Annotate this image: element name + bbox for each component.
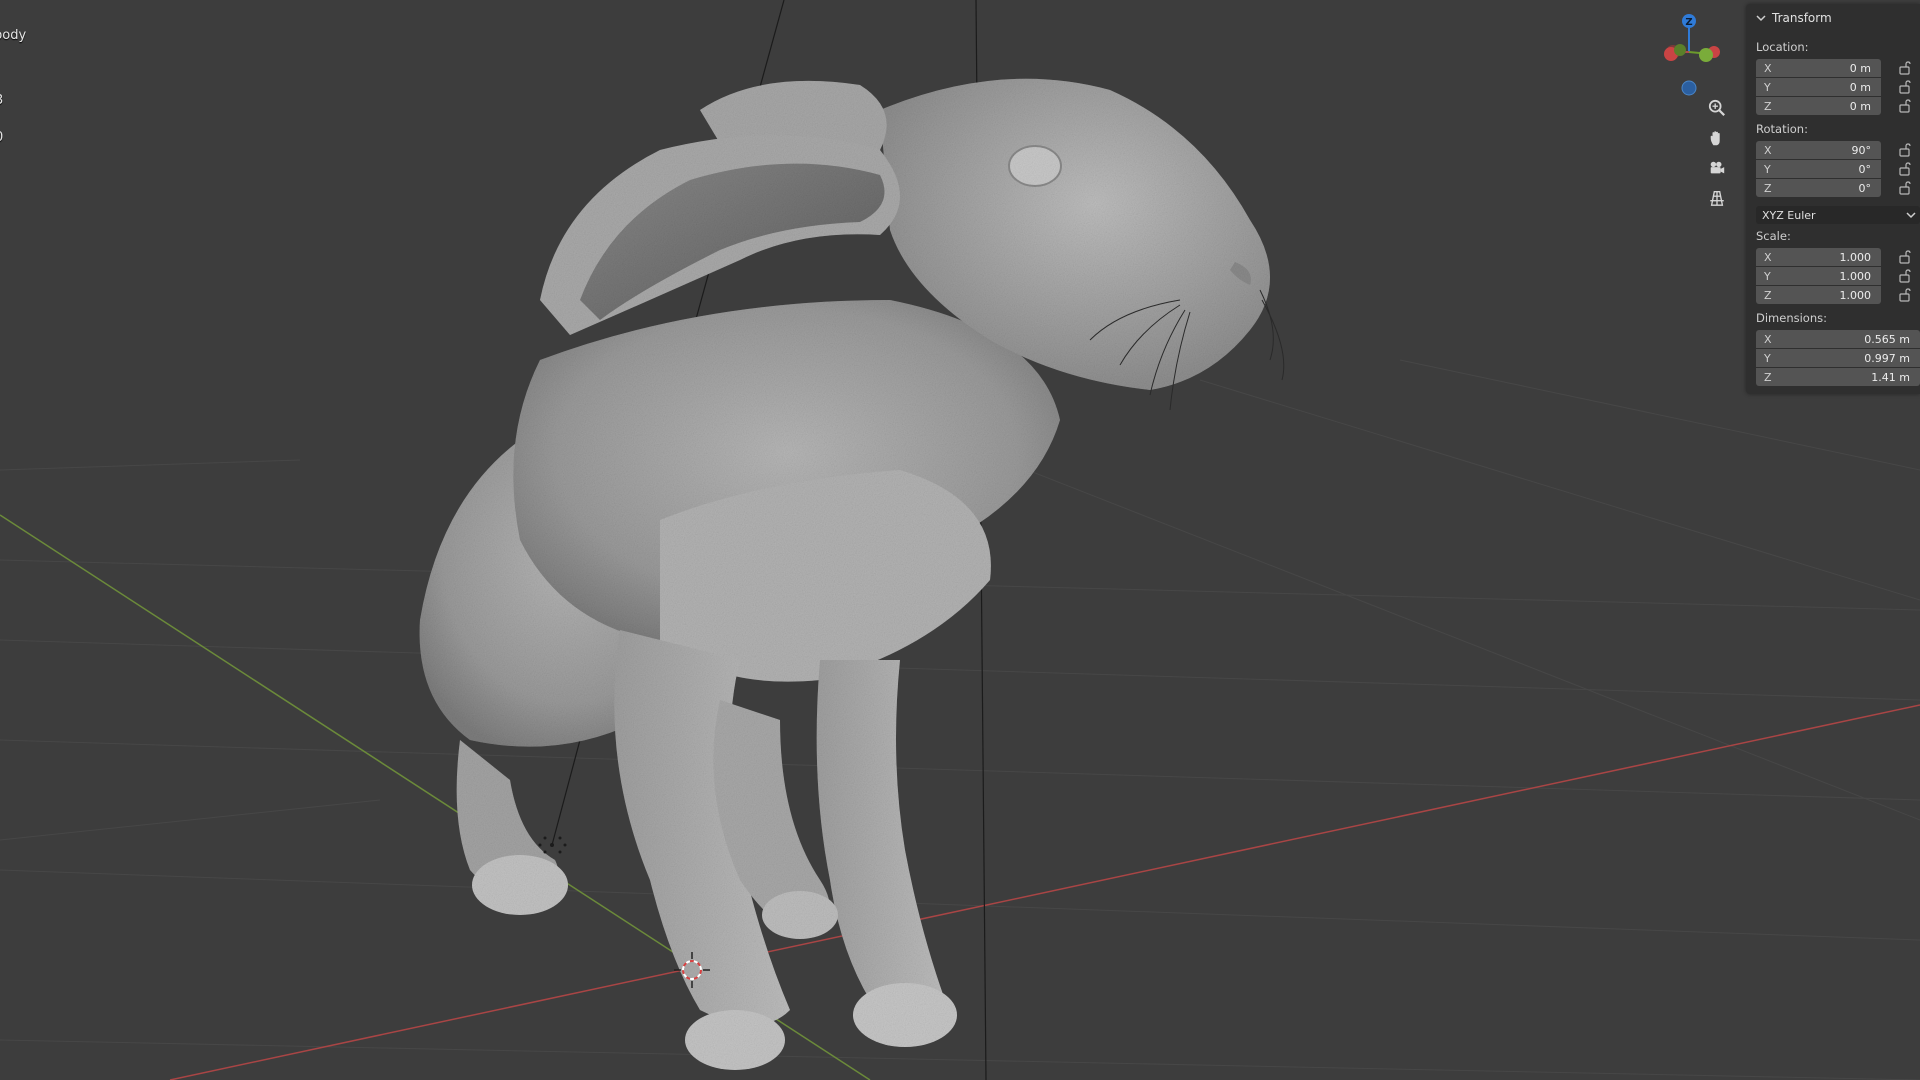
field-value: 1.000	[1839, 288, 1872, 302]
lock-icon[interactable]	[1898, 80, 1912, 94]
pan-hand-icon[interactable]	[1700, 125, 1734, 151]
lock-icon[interactable]	[1898, 181, 1912, 195]
scale-label: Scale:	[1756, 229, 1791, 243]
axis-label: X	[1764, 143, 1772, 157]
rotation-y-field[interactable]: Y 0°	[1756, 160, 1881, 178]
dimensions-x-field[interactable]: X 0.565 m	[1756, 330, 1920, 348]
zoom-icon[interactable]	[1700, 95, 1734, 121]
lock-icon[interactable]	[1898, 61, 1912, 75]
chevron-down-icon	[1756, 15, 1766, 22]
grid-perspective-icon[interactable]	[1700, 185, 1734, 211]
dimensions-label: Dimensions:	[1756, 311, 1827, 325]
rotation-label: Rotation:	[1756, 122, 1808, 136]
gizmo-y[interactable]	[1699, 48, 1713, 62]
axis-label: Y	[1764, 269, 1771, 283]
light-object	[538, 836, 567, 854]
dimensions-z-field[interactable]: Z 1.41 m	[1756, 368, 1920, 386]
3d-viewport[interactable]: body 3 0 Z	[0, 0, 1920, 1080]
rotation-x-field[interactable]: X 90°	[1756, 141, 1881, 159]
axis-label: Y	[1764, 351, 1771, 365]
location-y-field[interactable]: Y 0 m	[1756, 78, 1881, 96]
field-value: 0 m	[1849, 61, 1871, 75]
field-value: 0°	[1858, 181, 1872, 195]
location-x-field[interactable]: X 0 m	[1756, 59, 1881, 77]
lock-icon[interactable]	[1898, 269, 1912, 283]
field-value: 1.000	[1839, 269, 1872, 283]
field-value: 0°	[1858, 162, 1872, 176]
lock-icon[interactable]	[1898, 288, 1912, 302]
axis-label: Z	[1764, 288, 1772, 302]
axis-label: Z	[1764, 99, 1772, 113]
field-value: 1.41 m	[1871, 370, 1910, 384]
location-label: Location:	[1756, 40, 1809, 54]
axis-label: Y	[1764, 162, 1771, 176]
transform-panel-header[interactable]: Transform	[1746, 4, 1920, 32]
lock-icon[interactable]	[1898, 250, 1912, 264]
field-value: 1.000	[1839, 250, 1872, 264]
axis-label: Z	[1764, 370, 1772, 384]
dimensions-y-field[interactable]: Y 0.997 m	[1756, 349, 1920, 367]
lock-icon[interactable]	[1898, 162, 1912, 176]
rotation-z-field[interactable]: Z 0°	[1756, 179, 1881, 197]
field-value: 0.997 m	[1864, 351, 1910, 365]
axis-label: Z	[1764, 181, 1772, 195]
lock-icon[interactable]	[1898, 143, 1912, 157]
viewport-stat-line-2: 0	[0, 130, 3, 145]
scale-y-field[interactable]: Y 1.000	[1756, 267, 1881, 285]
rotation-mode-value: XYZ Euler	[1762, 208, 1816, 222]
axis-label: X	[1764, 332, 1772, 346]
rotation-mode-dropdown[interactable]: XYZ Euler	[1756, 206, 1920, 224]
viewport-scene[interactable]	[0, 0, 1920, 1080]
camera-icon[interactable]	[1700, 155, 1734, 181]
gizmo-z-label: Z	[1685, 17, 1692, 28]
field-value: 90°	[1851, 143, 1872, 157]
chevron-down-icon	[1906, 212, 1916, 219]
gizmo-neg-y[interactable]	[1674, 44, 1686, 56]
field-value: 0 m	[1849, 80, 1871, 94]
gizmo-neg-z[interactable]	[1681, 80, 1697, 96]
axis-label: X	[1764, 250, 1772, 264]
guide-line-lower	[551, 739, 581, 846]
navigation-gizmo[interactable]: Z	[1640, 8, 1740, 98]
location-z-field[interactable]: Z 0 m	[1756, 97, 1881, 115]
axis-label: X	[1764, 61, 1772, 75]
axis-label: Y	[1764, 80, 1771, 94]
viewport-object-name: body	[0, 28, 27, 43]
rabbit-model	[419, 78, 1270, 1070]
sidebar-transform-panel: Transform Location: X 0 m Y 0 m Z 0 m Ro…	[1746, 4, 1920, 394]
field-value: 0.565 m	[1864, 332, 1910, 346]
panel-title: Transform	[1772, 11, 1832, 25]
lock-icon[interactable]	[1898, 99, 1912, 113]
x-axis-line	[169, 704, 1920, 1080]
field-value: 0 m	[1849, 99, 1871, 113]
viewport-stat-line-1: 3	[0, 93, 3, 108]
scale-z-field[interactable]: Z 1.000	[1756, 286, 1881, 304]
scale-x-field[interactable]: X 1.000	[1756, 248, 1881, 266]
